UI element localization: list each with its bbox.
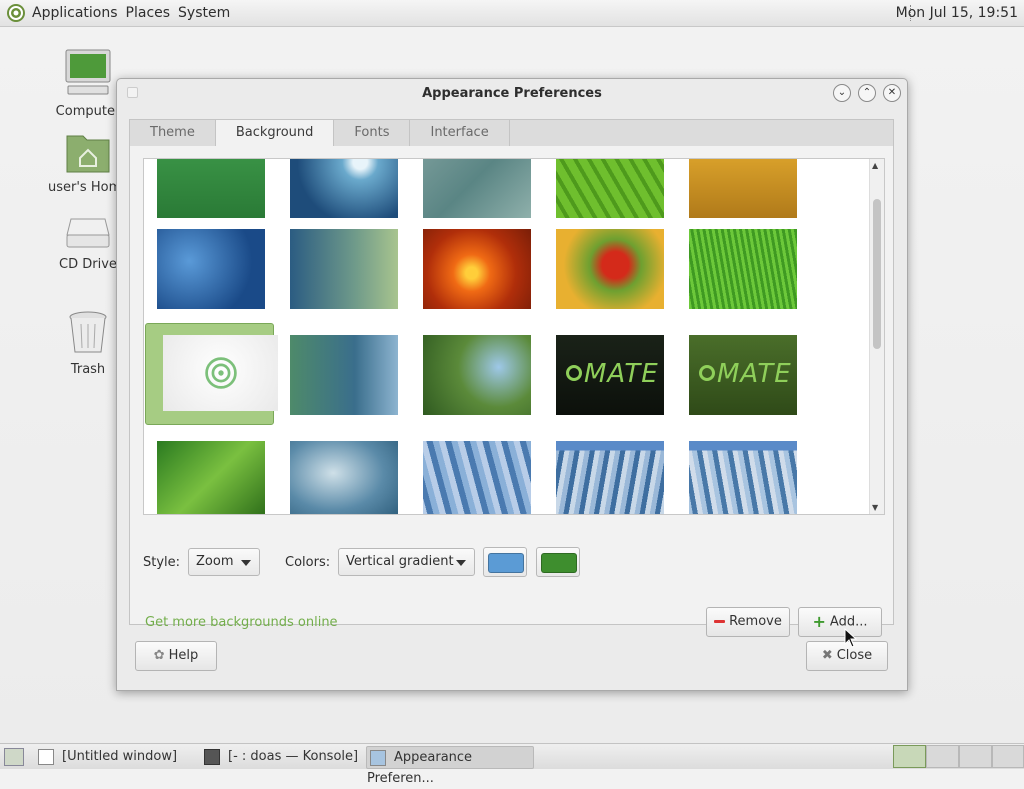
show-desktop-icon[interactable] <box>4 748 24 766</box>
computer-icon <box>65 49 111 95</box>
add-button[interactable]: + Add... <box>798 607 882 637</box>
scroll-up-icon[interactable]: ▲ <box>872 161 878 170</box>
appearance-preferences-window: Appearance Preferences ⌄ ⌃ ✕ Theme Backg… <box>116 78 908 691</box>
scrollbar-thumb[interactable] <box>873 199 881 349</box>
task-label: [- : doas — Konsole] <box>228 749 359 764</box>
wallpaper-thumbnail-abstract-blue-1[interactable] <box>423 441 531 514</box>
style-combo[interactable]: Zoom <box>188 548 260 576</box>
clock[interactable]: Mon Jul 15, 19:51 <box>896 5 1018 21</box>
close-window-icon[interactable]: ✕ <box>883 84 901 102</box>
help-button-label: Help <box>168 648 199 663</box>
scroll-down-icon[interactable]: ▼ <box>872 503 878 512</box>
wallpaper-gallery[interactable]: MATE MATE ▲ ▼ <box>143 158 885 515</box>
bottom-taskbar: [Untitled window] [- : doas — Konsole] A… <box>0 743 1024 786</box>
primary-color-swatch <box>488 553 524 573</box>
mate-logo-icon <box>566 365 582 381</box>
window-title: Appearance Preferences <box>422 86 602 101</box>
gallery-scrollbar[interactable]: ▲ ▼ <box>869 159 884 514</box>
trash-icon <box>69 311 107 353</box>
tab-bar: Theme Background Fonts Interface <box>129 119 894 146</box>
add-icon: + <box>812 612 826 631</box>
task-untitled-window[interactable]: [Untitled window] <box>38 746 196 767</box>
style-value: Zoom <box>196 554 234 569</box>
wallpaper-thumbnail-mate-dark[interactable]: MATE <box>556 335 664 415</box>
wallpaper-thumbnail-mate-green[interactable]: MATE <box>689 335 797 415</box>
mate-logo-icon <box>205 357 237 389</box>
task-label: [Untitled window] <box>62 749 178 764</box>
maximize-icon[interactable]: ⌃ <box>858 84 876 102</box>
colors-value: Vertical gradient <box>346 554 454 569</box>
tab-interface[interactable]: Interface <box>410 120 510 146</box>
menu-places[interactable]: Places <box>122 5 175 21</box>
wallpaper-thumbnail-ladybug-plant[interactable] <box>423 335 531 415</box>
top-panel: Applications Places System Mon Jul 15, 1… <box>0 0 1024 27</box>
workspace-1[interactable] <box>893 745 926 768</box>
wallpaper-thumbnail-teal-blue-swirl[interactable] <box>290 335 398 415</box>
colors-combo[interactable]: Vertical gradient <box>338 548 475 576</box>
wallpaper-thumbnail-abstract-blue-2[interactable] <box>556 441 664 514</box>
tab-fonts[interactable]: Fonts <box>334 120 411 146</box>
task-appearance-preferences[interactable]: Appearance Preferen... <box>366 746 534 786</box>
style-label: Style: <box>143 555 181 570</box>
workspace-3[interactable] <box>959 745 992 768</box>
chevron-down-icon <box>456 560 466 566</box>
get-more-backgrounds-link[interactable]: Get more backgrounds online <box>145 615 338 630</box>
remove-button[interactable]: Remove <box>706 607 790 637</box>
wallpaper-thumbnail-green-leaf[interactable] <box>556 159 664 218</box>
primary-color-button[interactable] <box>483 547 527 577</box>
secondary-color-swatch <box>541 553 577 573</box>
preferences-notebook: Theme Background Fonts Interface MATE MAT… <box>129 119 894 637</box>
wallpaper-thumbnail-mate-logo-white[interactable] <box>163 335 278 411</box>
help-icon: ✿ <box>153 648 165 663</box>
background-tab-page: MATE MATE ▲ ▼ Style: Zoom Colors: Vertica… <box>129 146 894 637</box>
secondary-color-button[interactable] <box>536 547 580 577</box>
wallpaper-logo-text: MATE <box>584 359 659 389</box>
wallpaper-thumbnail-blue-green-gradient[interactable] <box>290 229 398 309</box>
wallpaper-thumbnail-water-drop[interactable] <box>290 159 398 218</box>
window-titlebar[interactable]: Appearance Preferences ⌄ ⌃ ✕ <box>117 79 907 107</box>
wallpaper-thumbnail-red-flower[interactable] <box>556 229 664 309</box>
home-folder-icon <box>66 135 110 173</box>
chevron-down-icon <box>241 560 251 566</box>
appearance-icon <box>370 749 386 766</box>
wallpaper-thumbnail-green-grass[interactable] <box>689 229 797 309</box>
menu-system[interactable]: System <box>174 5 234 21</box>
workspace-2[interactable] <box>926 745 959 768</box>
tab-background[interactable]: Background <box>215 120 335 146</box>
help-button[interactable]: ✿ Help <box>135 641 217 671</box>
minimize-icon[interactable]: ⌄ <box>833 84 851 102</box>
wallpaper-thumbnail-orange-flower[interactable] <box>423 229 531 309</box>
wallpaper-thumbnail-blue-drops[interactable] <box>157 229 265 309</box>
wallpaper-logo-text: MATE <box>717 359 792 389</box>
mouse-pointer-icon <box>844 628 858 648</box>
wallpaper-thumbnail-teal-waves[interactable] <box>423 159 531 218</box>
workspace-4[interactable] <box>992 745 1024 768</box>
wallpaper-thumbnail-blue-curves[interactable] <box>290 441 398 514</box>
menu-applications[interactable]: Applications <box>28 5 122 21</box>
tab-theme[interactable]: Theme <box>130 120 216 146</box>
remove-icon <box>714 620 726 623</box>
close-icon: ✖ <box>821 648 833 663</box>
window-icon <box>38 748 54 765</box>
wallpaper-thumbnail-green-leaves[interactable] <box>157 441 265 514</box>
wallpaper-thumbnail-green-plain[interactable] <box>157 159 265 218</box>
colors-label: Colors: <box>285 555 331 570</box>
cd-drive-icon <box>66 218 110 248</box>
wallpaper-thumbnail-wheat-field[interactable] <box>689 159 797 218</box>
wallpaper-thumbnail-abstract-blue-3[interactable] <box>689 441 797 514</box>
mate-logo-icon[interactable] <box>6 3 26 23</box>
mate-logo-icon <box>699 365 715 381</box>
close-button-label: Close <box>836 648 873 663</box>
remove-button-label: Remove <box>729 614 782 629</box>
task-konsole[interactable]: [- : doas — Konsole] <box>204 746 360 767</box>
terminal-icon <box>204 748 220 765</box>
